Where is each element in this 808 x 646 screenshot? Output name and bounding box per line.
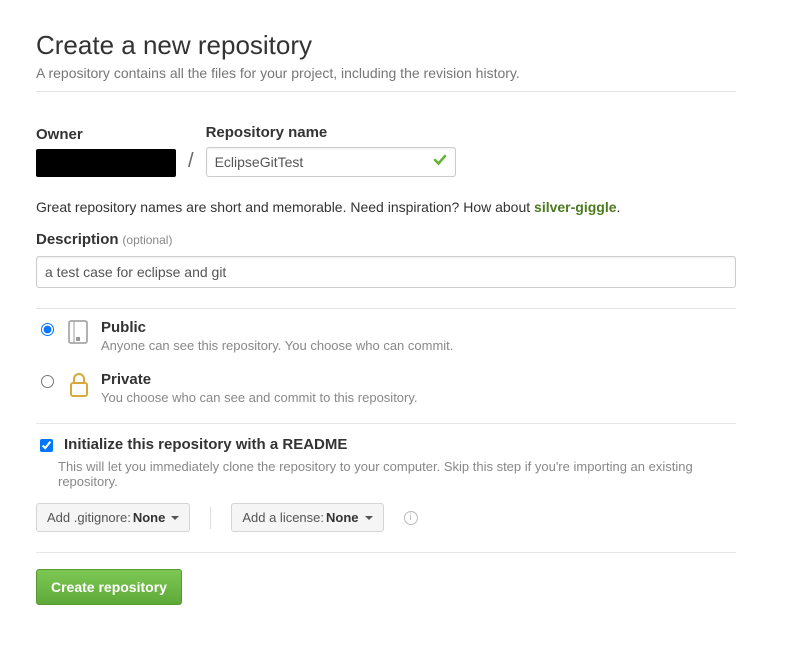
public-radio[interactable] [41,323,54,336]
name-hint: Great repository names are short and mem… [36,199,736,215]
description-input[interactable] [36,256,736,288]
slash-separator: / [186,150,196,177]
lock-icon [67,371,91,399]
repo-name-input[interactable] [206,147,456,177]
description-label: Description [36,231,119,248]
divider [36,552,736,553]
chevron-down-icon [171,516,179,520]
public-title: Public [101,319,736,336]
readme-checkbox[interactable] [40,439,53,452]
page-title: Create a new repository [36,30,736,61]
suggestion-link[interactable]: silver-giggle [534,199,616,215]
gitignore-dropdown[interactable]: Add .gitignore: None [36,503,190,532]
separator [210,507,211,529]
private-title: Private [101,371,736,388]
divider [36,423,736,424]
chevron-down-icon [365,516,373,520]
page-subtitle: A repository contains all the files for … [36,65,736,81]
divider [36,91,736,92]
gitignore-prefix: Add .gitignore: [47,510,131,525]
repo-icon [67,319,91,347]
hint-text: Great repository names are short and mem… [36,199,534,215]
public-desc: Anyone can see this repository. You choo… [101,338,736,353]
repo-name-label: Repository name [206,124,456,141]
divider [36,308,736,309]
hint-suffix: . [617,199,621,215]
license-value: None [326,510,359,525]
gitignore-value: None [133,510,166,525]
checkmark-icon [432,152,448,173]
create-repository-button[interactable]: Create repository [36,569,182,605]
owner-select[interactable] [36,149,176,177]
private-desc: You choose who can see and commit to thi… [101,390,736,405]
private-radio[interactable] [41,375,54,388]
optional-label: (optional) [122,233,172,247]
license-prefix: Add a license: [242,510,324,525]
license-dropdown[interactable]: Add a license: None [231,503,383,532]
info-icon[interactable]: i [404,511,418,525]
readme-title: Initialize this repository with a README [64,436,347,453]
owner-label: Owner [36,126,176,143]
readme-desc: This will let you immediately clone the … [58,459,736,489]
